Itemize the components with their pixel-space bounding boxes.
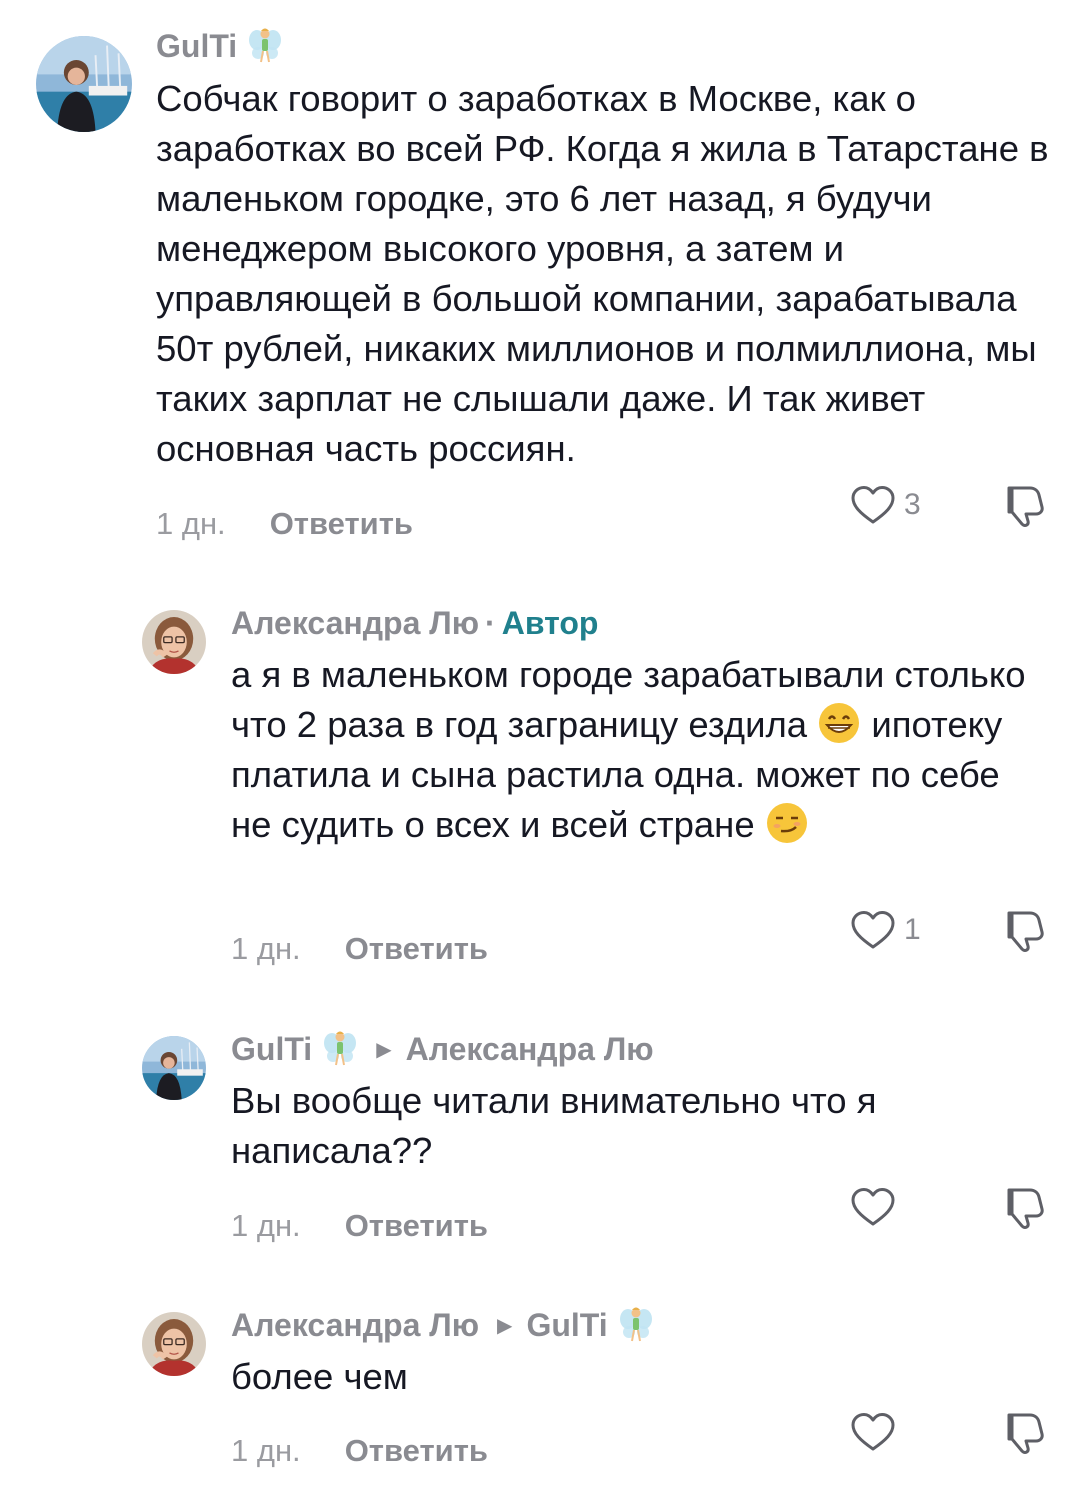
- avatar[interactable]: [142, 610, 206, 674]
- heart-outline-icon: [850, 1186, 896, 1228]
- reply-to-username[interactable]: GulTi: [526, 1307, 607, 1344]
- reply-button[interactable]: Ответить: [345, 1208, 488, 1244]
- comment-meta: 1 дн. Ответить: [231, 1433, 488, 1469]
- reply-button[interactable]: Ответить: [270, 506, 413, 542]
- separator: ·: [485, 604, 496, 641]
- avatar[interactable]: [142, 1312, 206, 1376]
- author-badge: Автор: [501, 604, 599, 641]
- username[interactable]: Александра Лю: [231, 1307, 479, 1344]
- fairy-badge-icon: [618, 1305, 654, 1345]
- reply-button[interactable]: Ответить: [345, 931, 488, 967]
- like-button[interactable]: [850, 1186, 896, 1228]
- dislike-button[interactable]: [1000, 907, 1046, 958]
- fairy-badge-icon: [247, 26, 283, 66]
- username[interactable]: GulTi: [156, 28, 237, 65]
- comment-text: Вы вообще читали внимательно что я напис…: [231, 1080, 877, 1171]
- comment-text: а я в маленьком городе зарабатывали стол…: [231, 650, 1046, 850]
- comment-meta: 1 дн. Ответить: [231, 931, 488, 967]
- comment-header: Александра Лю · Автор: [231, 601, 598, 645]
- like-button[interactable]: 1: [850, 909, 921, 951]
- comment-text: Собчак говорит о заработках в Москве, ка…: [156, 78, 1049, 469]
- username[interactable]: GulTi: [231, 1031, 312, 1068]
- smirking-emoji-icon: [765, 801, 809, 845]
- reply-button[interactable]: Ответить: [345, 1433, 488, 1469]
- thumbs-down-icon: [1000, 482, 1046, 528]
- timestamp: 1 дн.: [231, 1433, 301, 1468]
- timestamp: 1 дн.: [231, 1208, 301, 1243]
- like-count: 1: [904, 913, 921, 946]
- comment-meta: 1 дн. Ответить: [156, 506, 413, 542]
- comment-header: GulTi: [156, 24, 283, 68]
- avatar[interactable]: [142, 1036, 206, 1100]
- avatar[interactable]: [36, 36, 132, 132]
- like-button[interactable]: 3: [850, 484, 921, 526]
- username[interactable]: Александра Лю: [231, 605, 479, 642]
- thumbs-down-icon: [1000, 1409, 1046, 1455]
- like-button[interactable]: [850, 1411, 896, 1453]
- timestamp: 1 дн.: [156, 506, 226, 541]
- comment-header: GulTi ▶ Александра Лю: [231, 1027, 654, 1071]
- timestamp: 1 дн.: [231, 931, 301, 966]
- heart-outline-icon: [850, 909, 896, 951]
- dislike-button[interactable]: [1000, 482, 1046, 533]
- triangle-right-icon: ▶: [497, 1314, 513, 1337]
- triangle-right-icon: ▶: [376, 1038, 392, 1061]
- heart-outline-icon: [850, 1411, 896, 1453]
- heart-outline-icon: [850, 484, 896, 526]
- grinning-emoji-icon: [817, 701, 861, 745]
- reply-to-username[interactable]: Александра Лю: [406, 1031, 654, 1068]
- dislike-button[interactable]: [1000, 1409, 1046, 1460]
- fairy-badge-icon: [322, 1029, 358, 1069]
- comment-text: более чем: [231, 1356, 408, 1397]
- thumbs-down-icon: [1000, 1184, 1046, 1230]
- comment-header: Александра Лю ▶ GulTi: [231, 1303, 654, 1347]
- dislike-button[interactable]: [1000, 1184, 1046, 1235]
- thumbs-down-icon: [1000, 907, 1046, 953]
- like-count: 3: [904, 488, 921, 521]
- comment-meta: 1 дн. Ответить: [231, 1208, 488, 1244]
